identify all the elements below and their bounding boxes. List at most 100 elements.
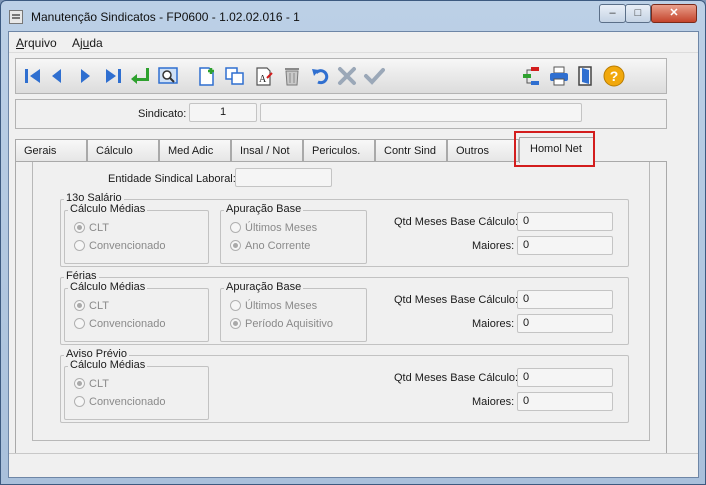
first-record-icon[interactable]	[22, 65, 44, 87]
radio-clt[interactable]: CLT	[74, 300, 109, 312]
calculo-medias-title: Cálculo Médias	[68, 281, 148, 293]
radio-convencionado-label: Convencionado	[89, 240, 166, 252]
radio-ultimos-meses-label: Últimos Meses	[245, 222, 318, 234]
window-title: Manutenção Sindicatos - FP0600 - 1.02.02…	[31, 10, 300, 24]
status-bar	[9, 453, 698, 477]
qtd-meses-field[interactable]: 0	[517, 290, 613, 309]
calculo-medias-group: Cálculo Médias CLT Convencionado	[64, 281, 209, 342]
last-record-icon[interactable]	[102, 65, 124, 87]
help-icon[interactable]: ?	[603, 65, 625, 87]
sindicato-label: Sindicato:	[138, 108, 187, 120]
qtd-meses-label: Qtd Meses Base Cálculo:	[394, 294, 519, 306]
radio-clt-indicator	[74, 300, 85, 311]
radio-convencionado-label: Convencionado	[89, 396, 166, 408]
active-tab-highlight	[514, 131, 595, 167]
radio-ano-corrente[interactable]: Ano Corrente	[230, 240, 310, 252]
radio-convencionado[interactable]: Convencionado	[74, 396, 165, 408]
copy-record-icon[interactable]	[224, 65, 246, 87]
radio-clt-label: CLT	[89, 222, 109, 234]
calculo-medias-title: Cálculo Médias	[68, 203, 148, 215]
section-aviso-previo: Aviso Prévio Cálculo Médias CLT Convenci…	[60, 348, 629, 423]
radio-ultimos-meses-label: Últimos Meses	[245, 300, 318, 312]
exit-icon[interactable]	[575, 65, 597, 87]
maiores-field[interactable]: 0	[517, 236, 613, 255]
qtd-meses-label: Qtd Meses Base Cálculo:	[394, 216, 519, 228]
tab-contr-sind[interactable]: Contr Sind	[375, 139, 447, 161]
next-record-icon[interactable]	[74, 65, 96, 87]
save-icon[interactable]	[363, 65, 385, 87]
tree-view-icon[interactable]	[521, 65, 543, 87]
menu-bar: Arquivo Ajuda	[9, 32, 698, 53]
app-window: Manutenção Sindicatos - FP0600 - 1.02.02…	[0, 0, 706, 485]
radio-clt[interactable]: CLT	[74, 378, 109, 390]
qtd-meses-field[interactable]: 0	[517, 212, 613, 231]
radio-periodo-aquisitivo[interactable]: Período Aquisitivo	[230, 318, 333, 330]
tab-outros[interactable]: Outros	[447, 139, 519, 161]
print-icon[interactable]	[548, 65, 570, 87]
qtd-meses-label: Qtd Meses Base Cálculo:	[394, 372, 519, 384]
sindicato-code-field[interactable]: 1	[189, 103, 257, 122]
apuracao-base-group: Apuração Base Últimos Meses Ano Corrente	[220, 203, 367, 264]
new-record-icon[interactable]	[196, 65, 218, 87]
radio-clt-label: CLT	[89, 300, 109, 312]
header-panel: Sindicato: 1	[15, 99, 667, 129]
minimize-button[interactable]: –	[599, 4, 626, 23]
entidade-field[interactable]	[235, 168, 332, 187]
radio-clt[interactable]: CLT	[74, 222, 109, 234]
tab-periculos[interactable]: Periculos.	[303, 139, 375, 161]
delete-icon[interactable]	[281, 65, 303, 87]
radio-convencionado-indicator	[74, 240, 85, 251]
entidade-label: Entidade Sindical Laboral:	[108, 173, 236, 185]
qtd-meses-field[interactable]: 0	[517, 368, 613, 387]
menu-ajuda-label-a: Aj	[72, 36, 83, 50]
undo-icon[interactable]	[310, 65, 332, 87]
search-icon[interactable]	[157, 65, 179, 87]
radio-periodo-aquisitivo-indicator	[230, 318, 241, 329]
radio-convencionado[interactable]: Convencionado	[74, 240, 165, 252]
title-bar[interactable]: Manutenção Sindicatos - FP0600 - 1.02.02…	[1, 1, 705, 31]
tab-med-adic[interactable]: Med Adic	[159, 139, 231, 161]
calculo-medias-title: Cálculo Médias	[68, 359, 148, 371]
apuracao-base-title: Apuração Base	[224, 281, 304, 293]
maximize-button[interactable]: □	[625, 4, 651, 23]
go-to-icon[interactable]	[129, 65, 151, 87]
previous-record-icon[interactable]	[46, 65, 68, 87]
apuracao-base-title: Apuração Base	[224, 203, 304, 215]
radio-periodo-aquisitivo-label: Período Aquisitivo	[245, 318, 334, 330]
section-13o-salario: 13o Salário Cálculo Médias CLT Convencio…	[60, 192, 629, 267]
menu-ajuda-label-b: da	[89, 36, 103, 50]
close-button[interactable]: ✕	[651, 4, 697, 23]
homol-net-content: Entidade Sindical Laboral: 13o Salário C…	[32, 162, 650, 441]
radio-ultimos-meses[interactable]: Últimos Meses	[230, 222, 317, 234]
apuracao-base-group: Apuração Base Últimos Meses Período Aqui…	[220, 281, 367, 342]
maiores-label: Maiores:	[472, 318, 515, 330]
tab-calculo[interactable]: Cálculo	[87, 139, 159, 161]
radio-ultimos-meses-indicator	[230, 222, 241, 233]
maiores-field[interactable]: 0	[517, 314, 613, 333]
tab-insal-not[interactable]: Insal / Not	[231, 139, 303, 161]
sindicato-description-field[interactable]	[260, 103, 582, 122]
calculo-medias-group: Cálculo Médias CLT Convencionado	[64, 359, 209, 420]
menu-ajuda[interactable]: Ajuda	[72, 36, 103, 50]
maiores-field[interactable]: 0	[517, 392, 613, 411]
radio-convencionado-indicator	[74, 396, 85, 407]
radio-ultimos-meses[interactable]: Últimos Meses	[230, 300, 317, 312]
app-icon	[9, 10, 23, 24]
menu-arquivo-label: rquivo	[24, 36, 57, 50]
calculo-medias-group: Cálculo Médias CLT Convencionado	[64, 203, 209, 264]
radio-convencionado[interactable]: Convencionado	[74, 318, 165, 330]
menu-arquivo[interactable]: Arquivo	[16, 36, 57, 50]
radio-ultimos-meses-indicator	[230, 300, 241, 311]
edit-record-icon[interactable]: A	[253, 65, 275, 87]
radio-clt-indicator	[74, 378, 85, 389]
tab-gerais[interactable]: Gerais	[15, 139, 87, 161]
menu-arquivo-mnemonic: A	[16, 36, 25, 50]
cancel-icon[interactable]	[336, 65, 358, 87]
tab-panel-homol-net: Entidade Sindical Laboral: 13o Salário C…	[15, 161, 667, 466]
client-area: Arquivo Ajuda A ? Sindicato: 1 Gerais Cá…	[8, 31, 699, 478]
radio-convencionado-indicator	[74, 318, 85, 329]
radio-convencionado-label: Convencionado	[89, 318, 166, 330]
toolbar: A ?	[15, 58, 667, 94]
help-glyph: ?	[610, 68, 619, 84]
radio-ano-corrente-label: Ano Corrente	[245, 240, 311, 252]
